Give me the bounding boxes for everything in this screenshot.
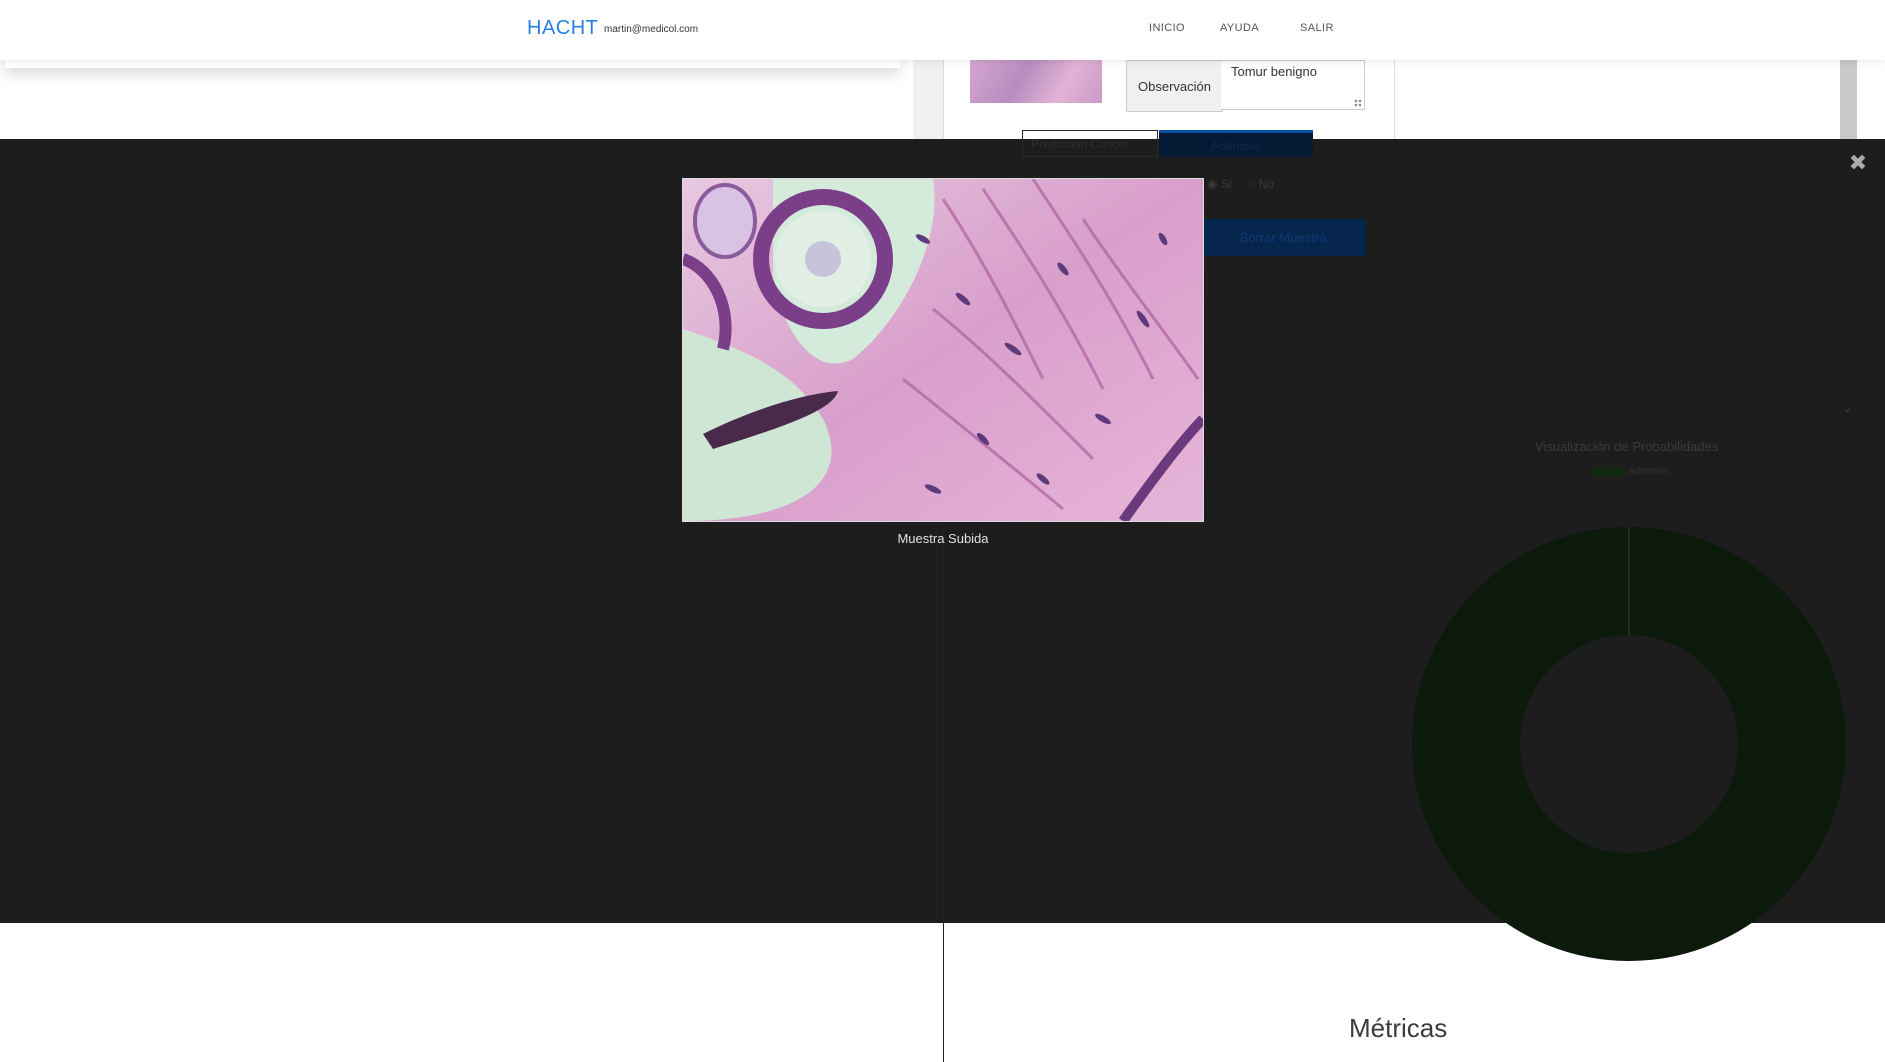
- close-icon[interactable]: ✖: [1848, 152, 1868, 174]
- radio-circle-icon: ○: [1248, 177, 1256, 191]
- legend-swatch: [1593, 467, 1623, 476]
- radio-si-label: Si: [1220, 177, 1232, 191]
- tab-adenosis[interactable]: Adenosis: [1159, 130, 1313, 157]
- brand-logo[interactable]: HACHT: [527, 17, 598, 40]
- nav-inicio[interactable]: INICIO: [1149, 22, 1185, 34]
- top-navbar: HACHT martin@medicol.com INICIO AYUDA SA…: [0, 0, 1885, 60]
- observation-field[interactable]: Tomur benigno: [1221, 60, 1365, 110]
- metrics-title: Métricas: [1349, 1013, 1448, 1043]
- radio-no-label: No: [1258, 177, 1274, 191]
- radio-si[interactable]: ◉ Si: [1207, 177, 1232, 191]
- chart-title: Visualización de Probabilidades: [1535, 439, 1719, 454]
- legend-label: Adenosis: [1628, 466, 1670, 477]
- observation-label: Observación: [1126, 60, 1223, 112]
- user-email: martin@medicol.com: [604, 24, 699, 35]
- image-caption: Muestra Subida: [897, 531, 989, 546]
- sample-thumbnail[interactable]: [970, 58, 1102, 103]
- radio-circle-icon: ◉: [1207, 177, 1218, 191]
- chevron-down-icon: ⌄: [1842, 401, 1853, 415]
- radio-no[interactable]: ○ No: [1248, 177, 1274, 191]
- delete-sample-button[interactable]: Borrar Muestra: [1200, 219, 1366, 256]
- nav-ayuda[interactable]: AYUDA: [1220, 22, 1259, 34]
- observation-value: Tomur benigno: [1231, 64, 1317, 79]
- tab-prediccion[interactable]: Predicción Cancer: [1022, 130, 1158, 157]
- nav-salir[interactable]: SALIR: [1300, 22, 1334, 34]
- resize-handle-icon[interactable]: [1354, 99, 1362, 107]
- histology-image: [683, 179, 1203, 521]
- probability-donut-chart: [1412, 527, 1846, 961]
- uploaded-sample-image: [682, 178, 1204, 522]
